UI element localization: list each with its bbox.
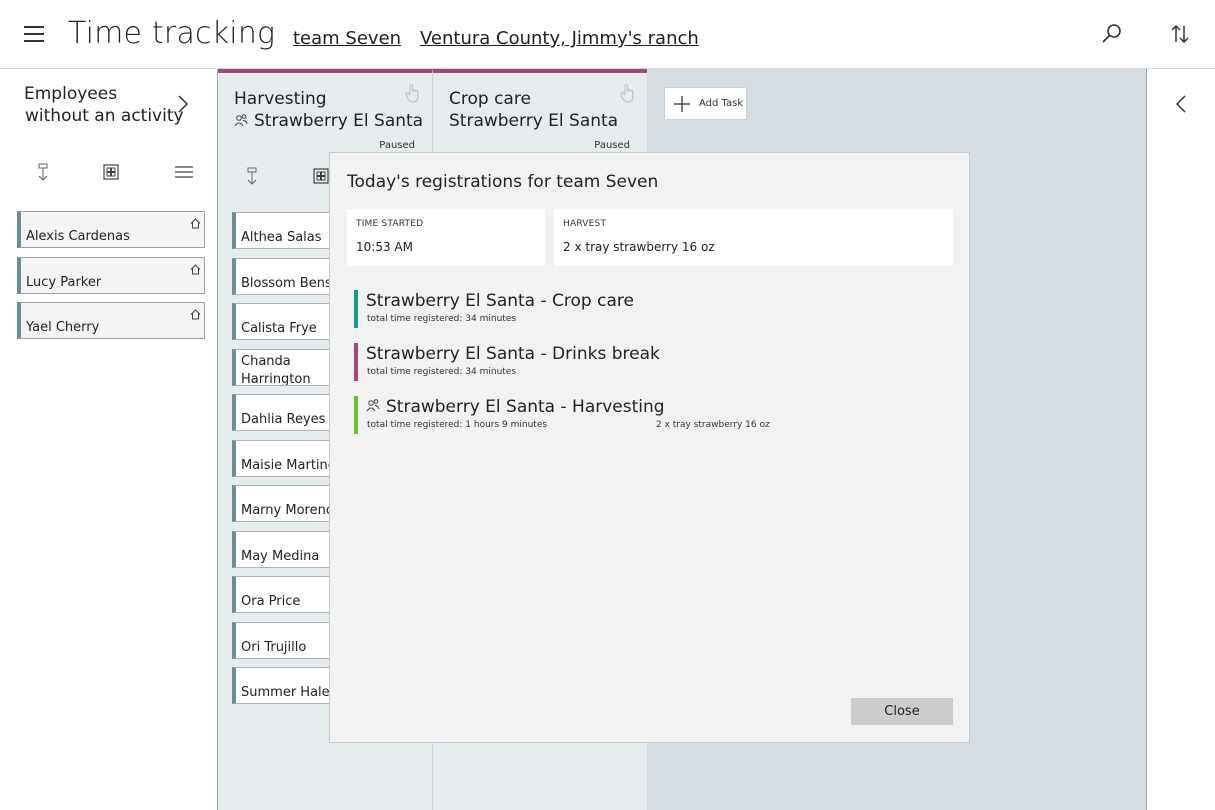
- task-crop: Strawberry El Santa: [234, 111, 423, 131]
- chevron-left-icon[interactable]: [1175, 95, 1187, 113]
- sort-down-icon[interactable]: [33, 162, 53, 182]
- employee-card[interactable]: Dahlia Reyes: [232, 394, 330, 431]
- right-rail: [1146, 69, 1215, 810]
- registration-total: total time registered: 34 minutes: [367, 314, 517, 324]
- harvest-box: HARVEST 2 x tray strawberry 16 oz: [554, 209, 953, 266]
- menu-icon[interactable]: [24, 26, 44, 42]
- employee-name: May Medina: [241, 549, 320, 564]
- time-started-label: TIME STARTED: [356, 219, 424, 229]
- registration-color-bar: [354, 343, 358, 381]
- employee-card[interactable]: Ori Trujillo: [232, 622, 330, 659]
- add-task-label: Add Task: [699, 98, 744, 109]
- search-icon[interactable]: [1100, 22, 1124, 46]
- touch-hand-icon[interactable]: [619, 83, 637, 103]
- employee-card[interactable]: Summer Hale: [232, 667, 330, 704]
- registration-title-row: Strawberry El Santa - Harvesting: [366, 397, 665, 417]
- grid-view-icon[interactable]: [311, 166, 331, 186]
- employee-name: Maisie Martinez: [241, 458, 329, 473]
- list-view-icon[interactable]: [174, 162, 194, 182]
- home-icon: [190, 260, 201, 275]
- registration-title: Strawberry El Santa - Drinks break: [366, 344, 660, 364]
- employee-name: Summer Hale: [241, 685, 330, 700]
- location-link[interactable]: Ventura County, Jimmy's ranch: [420, 28, 699, 49]
- task-crop-label: Strawberry El Santa: [254, 111, 424, 131]
- employees-title-line2: without an activity: [25, 106, 184, 126]
- employee-card[interactable]: Calista Frye: [232, 303, 330, 340]
- time-started-box: TIME STARTED 10:53 AM: [347, 209, 545, 266]
- registration-color-bar: [354, 290, 358, 328]
- employee-card[interactable]: Maisie Martinez: [232, 440, 330, 477]
- employee-name: Calista Frye: [241, 321, 317, 336]
- employee-card[interactable]: Ora Price: [232, 576, 330, 613]
- status-badge: Paused: [594, 140, 630, 151]
- employee-card[interactable]: Marny Moreno: [232, 485, 330, 522]
- plus-icon: [674, 96, 690, 112]
- employees-panel: Employees without an activity Alexis Car…: [0, 69, 218, 810]
- grid-view-icon[interactable]: [101, 162, 121, 182]
- add-task-button[interactable]: Add Task: [664, 87, 747, 120]
- page-title: Time tracking: [68, 16, 276, 51]
- registration-total: total time registered: 1 hours 9 minutes: [367, 420, 548, 430]
- task-title: Harvesting: [234, 89, 327, 109]
- chevron-right-icon[interactable]: [176, 95, 190, 113]
- people-icon: [366, 397, 380, 412]
- dialog-title: Today's registrations for team Seven: [347, 172, 659, 192]
- employee-name: Ori Trujillo: [241, 640, 307, 655]
- employee-name: Yael Cherry: [26, 320, 100, 335]
- employee-name: Chanda Harrington Compostella: [241, 354, 311, 386]
- employee-name: Alexis Cardenas: [26, 229, 130, 244]
- employee-card[interactable]: May Medina: [232, 531, 330, 568]
- registration-total: total time registered: 34 minutes: [367, 367, 517, 377]
- status-badge: Paused: [379, 140, 415, 151]
- employee-name: Lucy Parker: [26, 275, 102, 290]
- employee-card[interactable]: Althea Salas: [232, 212, 330, 249]
- sort-down-icon[interactable]: [242, 166, 262, 186]
- task-crop-label: Strawberry El Santa: [449, 111, 619, 131]
- employee-card[interactable]: Yael Cherry: [17, 302, 205, 339]
- touch-hand-icon[interactable]: [404, 83, 422, 103]
- time-started-value: 10:53 AM: [356, 240, 413, 254]
- employee-card[interactable]: Blossom Benson: [232, 258, 330, 295]
- employee-name: Althea Salas: [241, 230, 322, 245]
- app-header: Time tracking team Seven Ventura County,…: [0, 0, 1215, 69]
- close-button[interactable]: Close: [851, 698, 953, 725]
- people-icon: [234, 112, 248, 127]
- team-link[interactable]: team Seven: [293, 28, 401, 49]
- harvest-value: 2 x tray strawberry 16 oz: [563, 240, 715, 254]
- task-title: Crop care: [449, 89, 531, 109]
- employee-name: Blossom Benson: [241, 276, 329, 291]
- sort-icon[interactable]: [1168, 22, 1192, 46]
- employee-card[interactable]: Chanda Harrington Compostella: [232, 349, 330, 386]
- home-icon: [190, 214, 201, 229]
- employee-name: Ora Price: [241, 594, 301, 609]
- registration-color-bar: [354, 396, 358, 434]
- employee-card[interactable]: Alexis Cardenas: [17, 211, 205, 248]
- registration-title: Strawberry El Santa - Crop care: [366, 291, 634, 311]
- registration-title: Strawberry El Santa - Harvesting: [386, 397, 665, 417]
- home-icon: [190, 305, 201, 320]
- registration-harvest-note: 2 x tray strawberry 16 oz: [656, 420, 770, 430]
- employee-card[interactable]: Lucy Parker: [17, 257, 205, 294]
- employees-title-line1: Employees: [24, 84, 118, 104]
- harvest-label: HARVEST: [563, 219, 607, 229]
- employee-name: Dahlia Reyes: [241, 412, 326, 427]
- employees-panel-title[interactable]: Employees without an activity: [24, 83, 184, 127]
- registrations-dialog: Today's registrations for team Seven TIM…: [329, 152, 970, 743]
- employee-name: Marny Moreno: [241, 503, 330, 518]
